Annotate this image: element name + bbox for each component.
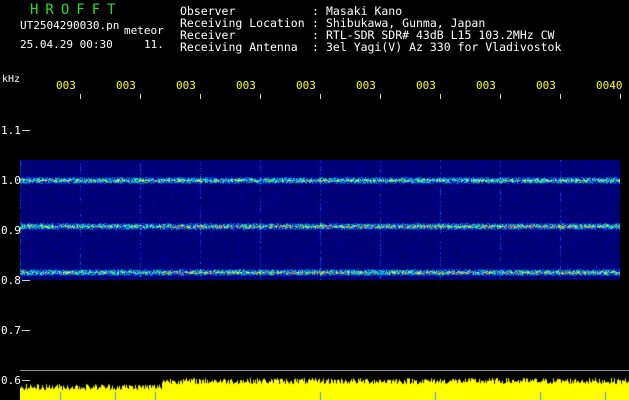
time-label: 003: [536, 79, 556, 92]
info-row-antenna: Receiving Antenna: 3el Yagi(V) Az 330 fo…: [180, 40, 562, 54]
x-tick: [320, 94, 321, 99]
time-label: 003: [296, 79, 316, 92]
x-tick: [260, 94, 261, 99]
time-label: 003: [356, 79, 376, 92]
freq-label: 0.7: [1, 324, 21, 337]
meteor-label: meteor: [124, 24, 164, 37]
x-tick: [380, 94, 381, 99]
y-tick: [22, 330, 30, 331]
app-title: HROFFT: [30, 2, 123, 18]
info-value: 3el Yagi(V) Az 330 for Vladivostok: [326, 40, 562, 54]
freq-label: 0.9: [1, 224, 21, 237]
time-label: 003: [56, 79, 76, 92]
time-label: 003: [416, 79, 436, 92]
freq-label: 0.8: [1, 274, 21, 287]
freq-label: 0.6: [1, 374, 21, 387]
x-tick: [200, 94, 201, 99]
x-tick: [500, 94, 501, 99]
datetime: 25.04.29 00:30: [20, 38, 113, 51]
meteor-count: 11.: [144, 38, 164, 51]
power-trace: [20, 376, 629, 400]
info-label: Receiving Antenna: [180, 40, 298, 54]
x-tick: [560, 94, 561, 99]
time-label: 003: [476, 79, 496, 92]
baseline-divider: [20, 370, 629, 371]
y-tick: [22, 280, 30, 281]
time-label: 0040: [596, 79, 623, 92]
time-label: 003: [236, 79, 256, 92]
spectrogram: [20, 160, 620, 280]
x-tick: [80, 94, 81, 99]
filename: UT2504290030.pn: [20, 19, 120, 32]
freq-label: 1.1: [1, 124, 21, 137]
time-label: 003: [116, 79, 136, 92]
y-tick: [22, 130, 30, 131]
freq-label: 1.0: [1, 174, 21, 187]
x-tick: [140, 94, 141, 99]
time-label: 003: [176, 79, 196, 92]
x-tick: [620, 94, 621, 99]
x-tick: [440, 94, 441, 99]
axis-unit: kHz: [2, 74, 21, 85]
